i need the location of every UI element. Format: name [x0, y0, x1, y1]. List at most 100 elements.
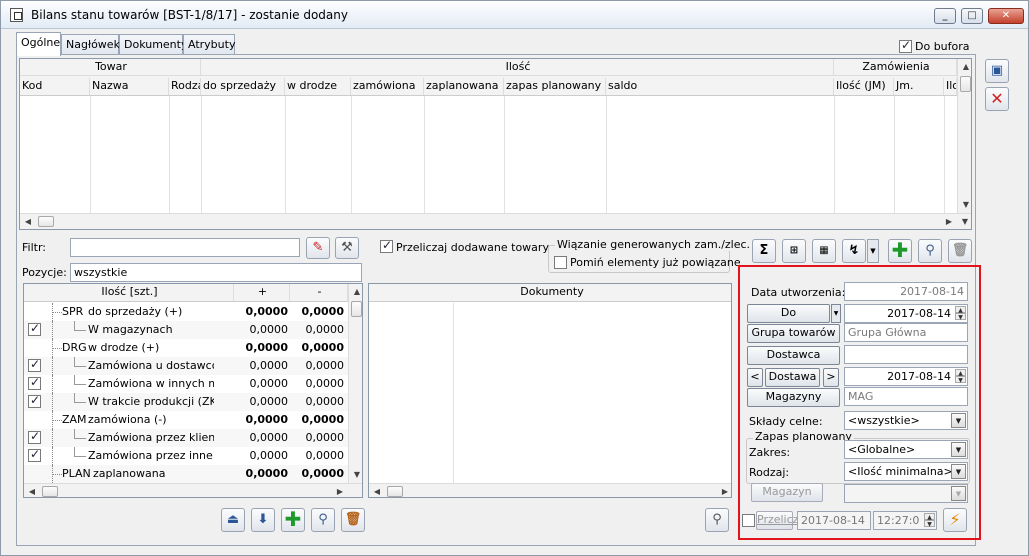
przelicz-time-spin[interactable]: ▲ ▼	[924, 513, 935, 528]
do-date-spin[interactable]: ▲ ▼	[955, 306, 966, 321]
dostawa-prev-button[interactable]: <	[747, 368, 763, 387]
quantity-grid[interactable]: Ilość [szt.] + - SPR do sprzedaży (+) 0,00…	[23, 283, 363, 498]
chevron-down-icon[interactable]: ▼	[951, 486, 966, 501]
move-down-button[interactable]: ⬇	[251, 508, 275, 532]
table-row[interactable]: Zamówiona w innych maga 0,0000 0,0000	[24, 375, 348, 393]
recalculate-button[interactable]: ⚡	[943, 508, 967, 532]
scroll-down-icon[interactable]: ▼	[349, 467, 362, 483]
chevron-down-icon[interactable]: ▼	[951, 464, 966, 479]
scroll-left-icon[interactable]: ◀	[24, 484, 40, 497]
dokumenty-grid[interactable]: Dokumenty ◀ ▶	[368, 283, 732, 498]
col-rodzaj[interactable]: Rodza	[169, 78, 201, 95]
przelicz-checkbox[interactable]	[742, 514, 755, 527]
generate-dropdown[interactable]: ▼	[867, 239, 879, 263]
search-position-button[interactable]: ⚲	[311, 508, 335, 532]
magazyn-button[interactable]: Magazyn	[751, 483, 823, 502]
save-button[interactable]: ▣	[985, 59, 1009, 83]
col-ilosc-jm[interactable]: Ilość (JM)	[834, 78, 894, 95]
calculate-button[interactable]: ⊞	[782, 239, 806, 263]
maximize-button[interactable]: □	[961, 8, 983, 24]
scroll-up-icon[interactable]: ▲	[958, 59, 971, 75]
scroll-left-icon[interactable]: ◀	[20, 214, 36, 229]
do-button[interactable]: Do	[747, 304, 830, 323]
col-kod[interactable]: Kod	[20, 78, 90, 95]
table-row[interactable]: W trakcie produkcji (ZK, Zl 0,0000 0,0000	[24, 393, 348, 411]
scroll-down-icon[interactable]: ▼	[957, 214, 971, 229]
scroll-right-icon[interactable]: ▶	[717, 484, 731, 497]
col-minus[interactable]: -	[290, 284, 348, 301]
dostawa-button[interactable]: Dostawa	[765, 368, 820, 387]
row-checkbox[interactable]	[28, 447, 41, 462]
table-row[interactable]: SPR do sprzedaży (+) 0,0000 0,0000	[24, 303, 348, 321]
dostawca-button[interactable]: Dostawca	[747, 346, 840, 365]
hscroll-thumb[interactable]	[387, 486, 403, 497]
zakres-select[interactable]: <Globalne> ▼	[844, 440, 968, 459]
dokumenty-grid-hscroll[interactable]: ◀ ▶	[369, 483, 731, 497]
do-dropdown[interactable]: ▼	[831, 304, 841, 323]
main-grid[interactable]: Towar Ilość Zamówienia Kod Nazwa Rodza d…	[19, 58, 972, 230]
scroll-thumb[interactable]	[960, 76, 971, 92]
dostawa-next-button[interactable]: >	[823, 368, 839, 387]
col-do-sprzedazy[interactable]: do sprzedaży	[201, 78, 285, 95]
tab-dokumenty[interactable]: Dokumenty	[119, 34, 187, 55]
magazyn-select[interactable]: ▼	[844, 484, 968, 503]
search-document-button[interactable]: ⚲	[705, 508, 729, 532]
filter-input[interactable]	[70, 238, 300, 257]
hscroll-thumb[interactable]	[42, 486, 58, 497]
table-row[interactable]: Zamówiona przez inne ma 0,0000 0,0000	[24, 447, 348, 465]
table-row[interactable]: PLAN zaplanowana 0,0000 0,0000	[24, 465, 348, 483]
clear-filter-button[interactable]: ✎	[306, 237, 330, 259]
move-up-button[interactable]: ⏏	[221, 508, 245, 532]
calendar-button[interactable]: ▦	[812, 239, 836, 263]
row-checkbox[interactable]	[28, 357, 41, 372]
dostawa-date-field[interactable]: 2017-08-14 ▲ ▼	[844, 367, 968, 386]
table-row[interactable]: W magazynach 0,0000 0,0000	[24, 321, 348, 339]
scroll-down-icon[interactable]: ▼	[958, 197, 971, 213]
tab-ogolne[interactable]: Ogólne	[16, 32, 61, 56]
pomin-checkbox[interactable]	[554, 256, 567, 269]
generate-button[interactable]: ↯	[842, 239, 866, 263]
col-ilosc[interactable]: Ilo	[944, 78, 957, 95]
przelicz-button[interactable]: Przelicz	[756, 511, 798, 530]
col-zapas-planowany[interactable]: zapas planowany	[504, 78, 606, 95]
delete-position-button[interactable]: 🗑	[341, 508, 365, 532]
cancel-button[interactable]: ✕	[985, 87, 1009, 111]
add-button[interactable]: ✚	[888, 239, 912, 263]
col-ilosc-szt[interactable]: Ilość [szt.]	[24, 284, 234, 301]
przelicz-time-field[interactable]: 12:27:0 ▲ ▼	[873, 511, 937, 530]
scroll-up-icon[interactable]: ▲	[349, 284, 362, 300]
row-checkbox[interactable]	[28, 375, 41, 390]
close-button[interactable]: ✕	[988, 8, 1024, 24]
table-row[interactable]: Zamówiona u dostawców (0,0000 0,0000	[24, 357, 348, 375]
pozycje-select[interactable]: wszystkie	[70, 263, 362, 282]
filter-settings-button[interactable]: ⚒	[335, 237, 359, 259]
do-bufora-checkbox[interactable]	[899, 38, 912, 53]
delete-button[interactable]: 🗑	[948, 239, 972, 263]
col-zamowiona[interactable]: zamówiona	[351, 78, 424, 95]
scroll-right-icon[interactable]: ▶	[332, 484, 348, 497]
col-nazwa[interactable]: Nazwa	[90, 78, 169, 95]
add-position-button[interactable]: ✚	[281, 508, 305, 532]
tab-atrybuty[interactable]: Atrybuty	[183, 34, 235, 55]
row-checkbox[interactable]	[28, 429, 41, 444]
minimize-button[interactable]: _	[934, 8, 956, 24]
scroll-left-icon[interactable]: ◀	[369, 484, 385, 497]
scroll-thumb[interactable]	[351, 301, 362, 317]
quantity-grid-hscroll[interactable]: ◀ ▶	[24, 483, 362, 497]
sum-button[interactable]: Σ	[752, 239, 776, 263]
rodzaj-select[interactable]: <Ilość minimalna> ▼	[844, 462, 968, 481]
tab-naglowek[interactable]: Nagłówek	[61, 34, 120, 55]
col-saldo[interactable]: saldo	[606, 78, 834, 95]
scroll-right-icon[interactable]: ▶	[941, 214, 957, 229]
table-row[interactable]: DRG w drodze (+) 0,0000 0,0000	[24, 339, 348, 357]
quantity-grid-vscroll[interactable]: ▲ ▼	[348, 284, 362, 483]
hscroll-thumb[interactable]	[38, 216, 54, 227]
col-w-drodze[interactable]: w drodze	[285, 78, 351, 95]
chevron-down-icon[interactable]: ▼	[951, 413, 966, 428]
do-date-field[interactable]: 2017-08-14 ▲ ▼	[844, 304, 968, 323]
col-plus[interactable]: +	[234, 284, 290, 301]
row-checkbox[interactable]	[28, 321, 41, 336]
col-jm[interactable]: Jm.	[894, 78, 944, 95]
main-grid-hscroll[interactable]: ◀ ▶ ▼	[20, 213, 971, 229]
table-row[interactable]: ZAM zamówiona (-) 0,0000 0,0000	[24, 411, 348, 429]
